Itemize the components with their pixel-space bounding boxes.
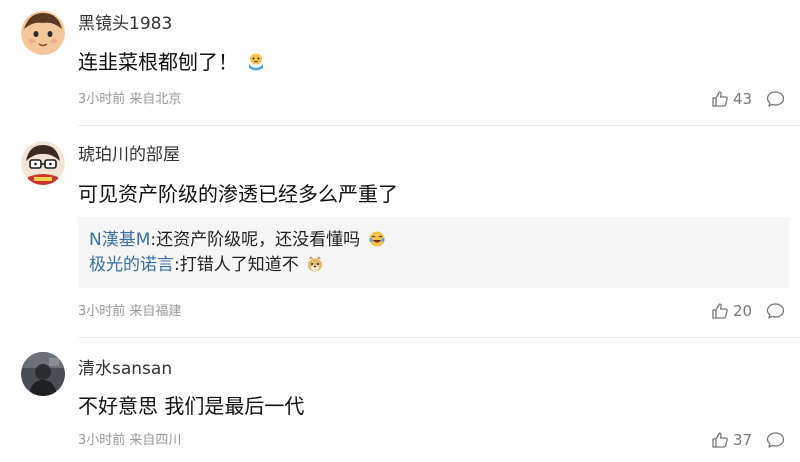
- like-button[interactable]: 37: [711, 431, 752, 449]
- thumbs-up-icon: [711, 431, 729, 449]
- username[interactable]: 清水sansan: [78, 359, 172, 379]
- like-count: 37: [733, 431, 753, 449]
- avatar[interactable]: [21, 352, 65, 396]
- like-count: 20: [733, 302, 753, 320]
- comment-text-content: 连韭菜根都刨了！: [78, 50, 238, 74]
- comment-bubble-icon[interactable]: [766, 90, 785, 108]
- comment-location: 来自四川: [129, 433, 182, 448]
- comment-bubble-icon[interactable]: [766, 431, 785, 449]
- subreply-item: N漢基M:还资产阶级呢，还没看懂吗: [89, 229, 386, 254]
- comment-text: 不好意思 我们是最后一代: [78, 394, 305, 418]
- doge-emoji: [306, 255, 324, 279]
- comment-text: 可见资产阶级的渗透已经多么严重了: [78, 182, 398, 206]
- comment-text: 连韭菜根都刨了！: [78, 49, 266, 78]
- laugh-cry-emoji: [368, 230, 386, 254]
- username[interactable]: 琥珀川的部屋: [78, 145, 180, 165]
- comment-time: 3小时前: [78, 304, 126, 319]
- comment-item: 清水sansan 不好意思 我们是最后一代 3小时前 来自四川 37: [0, 338, 800, 462]
- comment-time: 3小时前: [78, 433, 126, 448]
- comment-meta: 3小时前 来自福建: [78, 304, 181, 320]
- comment-time: 3小时前: [78, 92, 126, 107]
- subreply-text: 打错人了知道不: [179, 255, 299, 275]
- subreply-item: 极光的诺言:打错人了知道不: [89, 254, 324, 279]
- like-button[interactable]: 43: [711, 90, 752, 108]
- like-button[interactable]: 20: [711, 302, 752, 320]
- comment-meta: 3小时前 来自四川: [78, 433, 181, 449]
- username[interactable]: 黑镜头1983: [78, 14, 172, 34]
- avatar[interactable]: [21, 141, 65, 185]
- subreply-username[interactable]: N漢基M: [89, 230, 150, 250]
- comment-item: 琥珀川的部屋 可见资产阶级的渗透已经多么严重了 N漢基M:还资产阶级呢，还没看懂…: [0, 126, 800, 337]
- subreply-box[interactable]: N漢基M:还资产阶级呢，还没看懂吗 极光的诺言:打错人了知道不: [78, 217, 789, 288]
- comment-location: 来自福建: [129, 304, 182, 319]
- thumbs-up-icon: [711, 90, 729, 108]
- subreply-username[interactable]: 极光的诺言: [89, 255, 174, 275]
- cry-face-emoji: [246, 52, 266, 78]
- comment-item: 黑镜头1983 连韭菜根都刨了！ 3小时前 来自北京 43: [0, 0, 800, 125]
- comment-meta: 3小时前 来自北京: [78, 92, 181, 108]
- avatar[interactable]: [21, 11, 65, 55]
- subreply-text: 还资产阶级呢，还没看懂吗: [156, 230, 361, 250]
- comment-bubble-icon[interactable]: [766, 302, 785, 320]
- like-count: 43: [733, 90, 753, 108]
- thumbs-up-icon: [711, 302, 729, 320]
- comment-location: 来自北京: [129, 92, 182, 107]
